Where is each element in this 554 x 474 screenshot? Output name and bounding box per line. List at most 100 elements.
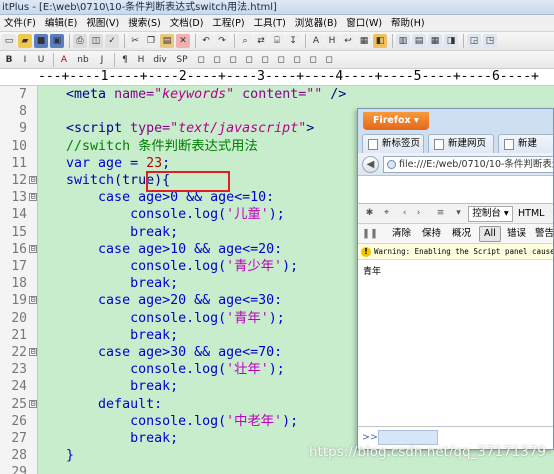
link-icon[interactable]: ◻	[258, 53, 272, 67]
color-icon[interactable]: ◧	[373, 34, 387, 48]
paste-icon[interactable]: ▤	[160, 34, 174, 48]
open-folder-icon[interactable]: ▰	[18, 34, 32, 48]
table-icon[interactable]: ◻	[210, 53, 224, 67]
new-file-icon[interactable]: ▭	[2, 34, 16, 48]
redo-icon[interactable]: ↷	[215, 34, 229, 48]
output-icon[interactable]: ◳	[483, 34, 497, 48]
fold-marker-icon[interactable]: ⊟	[29, 296, 37, 305]
div-button[interactable]: div	[150, 53, 170, 67]
back-nav-icon[interactable]: ‹	[398, 207, 411, 220]
line-number: 10	[11, 138, 27, 154]
tab-console[interactable]: 控制台 ▾	[468, 206, 513, 222]
replace-icon[interactable]: ⇄	[254, 34, 268, 48]
menu-item[interactable]: 工程(P)	[208, 15, 249, 31]
find-icon[interactable]: ⌕	[238, 34, 252, 48]
fold-marker-icon[interactable]: ⊟	[29, 348, 37, 356]
filter-errors-button[interactable]: 错误	[507, 226, 526, 242]
filter-warnings-button[interactable]: 警告	[535, 226, 553, 242]
view4-icon[interactable]: ◨	[444, 34, 458, 48]
find-in-files-icon[interactable]: ⌸	[270, 34, 284, 48]
goto-icon[interactable]: ↧	[286, 34, 300, 48]
view3-icon[interactable]: ▦	[428, 34, 442, 48]
copy-icon[interactable]: ❐	[144, 34, 158, 48]
tab-html[interactable]: HTML	[518, 206, 544, 222]
toolbar-separator	[53, 53, 54, 67]
browser-tab[interactable]: 新标签页	[362, 134, 424, 153]
inspect-icon[interactable]: ⌖	[380, 207, 393, 220]
ruler-icon[interactable]: ▦	[357, 34, 371, 48]
cut-icon[interactable]: ✂	[128, 34, 142, 48]
browser-tab[interactable]: 新建	[498, 134, 553, 153]
font-color-button[interactable]: A	[57, 53, 71, 67]
persist-button[interactable]: 保持	[422, 226, 441, 242]
dropdown-icon[interactable]: ▾	[452, 207, 465, 220]
menu-item[interactable]: 工具(T)	[250, 15, 291, 31]
line-number: 17	[11, 259, 27, 274]
bold-button[interactable]: B	[2, 53, 16, 67]
save-all-icon[interactable]: ▣	[50, 34, 64, 48]
code-token: break;	[130, 327, 179, 343]
print-icon[interactable]: ⎙	[73, 34, 87, 48]
save-icon[interactable]: ■	[34, 34, 48, 48]
form-icon[interactable]: ◻	[226, 53, 240, 67]
menu-item[interactable]: 浏览器(B)	[291, 15, 342, 31]
menu-item[interactable]: 编辑(E)	[41, 15, 82, 31]
menu-item[interactable]: 帮助(H)	[387, 15, 430, 31]
wordwrap-icon[interactable]: ↩	[341, 34, 355, 48]
menu-item[interactable]: 搜索(S)	[124, 15, 165, 31]
validate-icon[interactable]: ◻	[306, 53, 320, 67]
italic-button[interactable]: I	[18, 53, 32, 67]
list-icon[interactable]: ◻	[242, 53, 256, 67]
delete-icon[interactable]: ✕	[176, 34, 190, 48]
devtools-toolbar: ✱ ⌖ ‹ › ≡ ▾ 控制台 ▾ HTML	[358, 203, 553, 224]
menu-item[interactable]: 视图(V)	[82, 15, 124, 31]
clip-icon[interactable]: ◲	[467, 34, 481, 48]
menu-list-icon[interactable]: ≡	[434, 207, 447, 220]
clear-button[interactable]: 清除	[392, 226, 411, 242]
url-bar[interactable]: file:///E:/web/0710/10-条件判断表达式switch用法.h…	[383, 156, 553, 173]
paragraph-button[interactable]: ¶	[118, 53, 132, 67]
insert-image-button[interactable]: J	[95, 53, 109, 67]
hex-icon[interactable]: H	[325, 34, 339, 48]
font-icon[interactable]: A	[309, 34, 323, 48]
nbsp-button[interactable]: nb	[73, 53, 93, 67]
code-line: case age>20 && age<=30:	[38, 292, 282, 309]
menu-item[interactable]: 文件(F)	[0, 15, 41, 31]
view2-icon[interactable]: ▤	[412, 34, 426, 48]
preview-icon[interactable]: ◻	[274, 53, 288, 67]
print-preview-icon[interactable]: ◫	[89, 34, 103, 48]
code-token: );	[282, 259, 299, 274]
forward-nav-icon[interactable]: ›	[412, 207, 425, 220]
fold-marker-icon[interactable]: ⊟	[29, 244, 37, 253]
menu-item[interactable]: 窗口(W)	[342, 15, 387, 31]
profile-button[interactable]: 概况	[452, 226, 471, 242]
line-number: 11	[11, 155, 27, 171]
code-token: ;	[162, 155, 171, 171]
heading-button[interactable]: H	[134, 53, 148, 67]
fold-marker-icon[interactable]: ⊟	[29, 193, 37, 202]
toolbar-separator	[463, 34, 464, 48]
fold-marker-icon[interactable]: ⊟	[29, 176, 37, 184]
span-button[interactable]: SP	[172, 53, 192, 67]
undo-icon[interactable]: ↶	[199, 34, 213, 48]
browser-tab[interactable]: 新建网页	[428, 134, 494, 153]
pause-icon[interactable]: ❚❚	[362, 226, 378, 242]
back-button[interactable]: ◀	[362, 156, 379, 173]
firebug-icon[interactable]: ✱	[363, 207, 376, 220]
settings-icon[interactable]: ◻	[322, 53, 336, 67]
fold-marker-icon[interactable]: ⊟	[29, 399, 37, 408]
underline-button[interactable]: U	[34, 53, 48, 67]
code-token: case age>0 && age<=10:	[98, 190, 275, 206]
command-input[interactable]	[378, 430, 438, 445]
anchor-icon[interactable]: ◻	[194, 53, 208, 67]
menu-item[interactable]: 文档(D)	[166, 15, 209, 31]
view1-icon[interactable]: ▥	[396, 34, 410, 48]
code-line: <script type="text/javascript">	[38, 120, 314, 137]
browser-nav-bar: ◀ file:///E:/web/0710/10-条件判断表达式switch用法…	[358, 153, 553, 176]
spellcheck-icon[interactable]: ✓	[105, 34, 119, 48]
browser-icon[interactable]: ◻	[290, 53, 304, 67]
firefox-menu-button[interactable]: Firefox ▾	[363, 112, 429, 130]
filter-all-button[interactable]: All	[479, 226, 501, 242]
